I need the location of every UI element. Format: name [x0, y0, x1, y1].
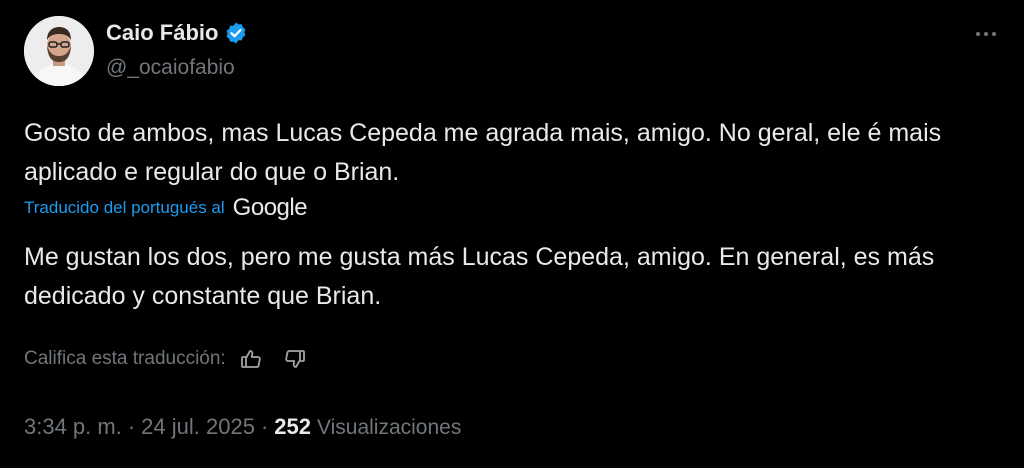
rate-translation: Califica esta traducción:	[24, 346, 308, 372]
views-count[interactable]: 252	[274, 414, 311, 440]
tweet-time[interactable]: 3:34 p. m.	[24, 414, 122, 440]
translated-from-label[interactable]: Traducido del portugués al	[24, 198, 225, 218]
meta-separator-2: ·	[260, 414, 269, 439]
meta-separator: ·	[127, 414, 136, 439]
rate-translation-label: Califica esta traducción:	[24, 348, 226, 369]
author-name-row: Caio Fábio	[106, 20, 248, 46]
author-handle[interactable]: @_ocaiofabio	[106, 56, 235, 80]
views-label[interactable]: Visualizaciones	[317, 416, 461, 440]
avatar-image	[24, 16, 94, 86]
translation-attribution: Traducido del portugués al Google	[24, 194, 308, 221]
tweet-text: Gosto de ambos, mas Lucas Cepeda me agra…	[24, 119, 942, 186]
translated-text: Me gustan los dos, pero me gusta más Luc…	[24, 243, 935, 310]
google-logo: Google	[232, 194, 308, 221]
author-name[interactable]: Caio Fábio	[106, 20, 218, 46]
tweet-date[interactable]: 24 jul. 2025	[141, 414, 255, 440]
more-options-icon[interactable]	[970, 22, 1002, 46]
thumbs-up-icon[interactable]	[238, 346, 264, 372]
avatar[interactable]	[24, 16, 94, 86]
verified-badge-icon[interactable]	[224, 21, 248, 45]
tweet-meta: 3:34 p. m. · 24 jul. 2025 · 252 Visualiz…	[24, 414, 461, 440]
thumbs-down-icon[interactable]	[282, 346, 308, 372]
